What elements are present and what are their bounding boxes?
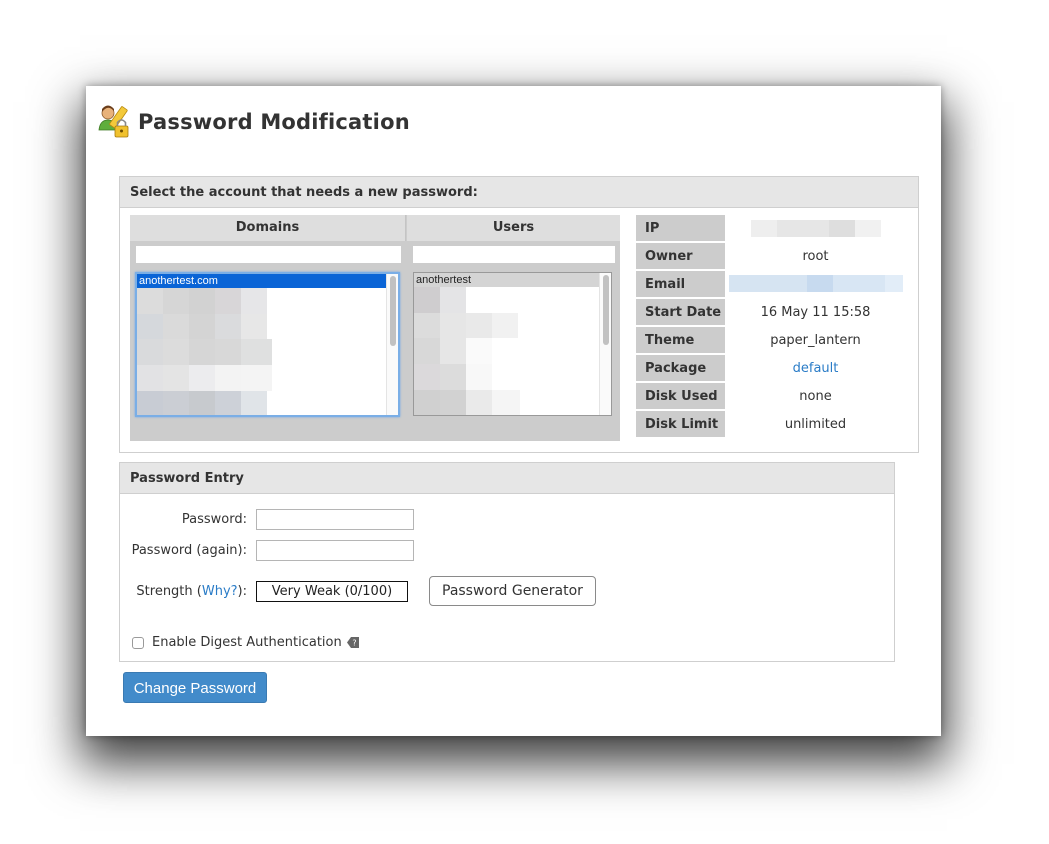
password-again-input[interactable] [256,540,414,561]
info-value: root [802,249,829,264]
info-label: Owner [636,243,725,270]
domains-filter-input[interactable] [136,246,401,263]
domains-listbox[interactable]: anothertest.com [135,272,400,417]
domains-scrollbar[interactable] [386,274,398,415]
digest-auth-checkbox[interactable] [132,636,144,649]
help-tag-icon[interactable]: ? [346,637,359,648]
info-label: Theme [636,327,725,354]
digest-auth-row: Enable Digest Authentication ? [132,635,359,650]
info-row-disk-limit: Disk Limit unlimited [636,411,906,439]
info-row-package: Package default [636,355,906,383]
info-row-start-date: Start Date 16 May 11 15:58 [636,299,906,327]
info-value: unlimited [784,417,847,432]
info-label: Email [636,271,725,298]
user-option-selected[interactable]: anothertest [414,273,599,287]
strength-meter: Very Weak (0/100) [256,580,408,602]
info-row-disk-used: Disk Used none [636,383,906,411]
password-modification-window: Password Modification Select the account… [86,86,941,736]
change-password-button[interactable]: Change Password [123,672,267,703]
password-generator-button[interactable]: Password Generator [429,576,596,606]
info-label: Package [636,355,725,382]
page-header: Password Modification [98,104,410,140]
strength-label-suffix: ): [237,583,247,599]
password-entry-heading: Password Entry [120,463,894,494]
obscured-user-items [414,287,524,415]
users-column-header: Users [407,215,620,241]
account-selection-heading: Select the account that needs a new pass… [120,177,918,208]
info-row-ip: IP [636,215,906,243]
password-label: Password: [181,512,247,527]
password-again-label: Password (again): [131,543,247,558]
domains-column-header: Domains [130,215,406,241]
password-row: Password: [120,509,414,530]
info-label: Disk Limit [636,411,725,438]
strength-label-prefix: Strength ( [136,583,202,599]
password-again-row: Password (again): [120,540,414,561]
info-label: Start Date [636,299,725,326]
email-value-obscured [725,271,906,299]
why-link[interactable]: Why? [202,584,238,599]
info-label: IP [636,215,725,242]
info-row-owner: Owner root [636,243,906,271]
package-link[interactable]: default [725,355,906,383]
info-row-theme: Theme paper_lantern [636,327,906,355]
page-title: Password Modification [138,110,410,134]
user-pencil-lock-icon [98,104,132,140]
info-value: paper_lantern [770,333,861,348]
domain-option-selected[interactable]: anothertest.com [137,274,388,288]
password-input[interactable] [256,509,414,530]
ip-value-obscured [725,215,906,243]
users-scrollbar[interactable] [599,273,611,415]
obscured-domain-items [137,288,277,415]
strength-row: Strength (Why?): Very Weak (0/100) Passw… [120,576,596,606]
info-value: none [799,389,832,404]
info-value: 16 May 11 15:58 [760,305,871,320]
account-selector: Domains Users anothertest.com anothertes… [130,215,620,441]
users-filter-input[interactable] [413,246,615,263]
account-info-table: IP Owner root Email Start Date 16 May 11… [636,215,906,439]
account-selection-panel: Select the account that needs a new pass… [119,176,919,453]
info-label: Disk Used [636,383,725,410]
svg-text:?: ? [352,639,356,648]
users-listbox[interactable]: anothertest [413,272,612,416]
strength-label: Strength (Why?): [120,584,247,599]
password-entry-panel: Password Entry Password: Password (again… [119,462,895,662]
digest-auth-label: Enable Digest Authentication [152,635,342,650]
info-row-email: Email [636,271,906,299]
